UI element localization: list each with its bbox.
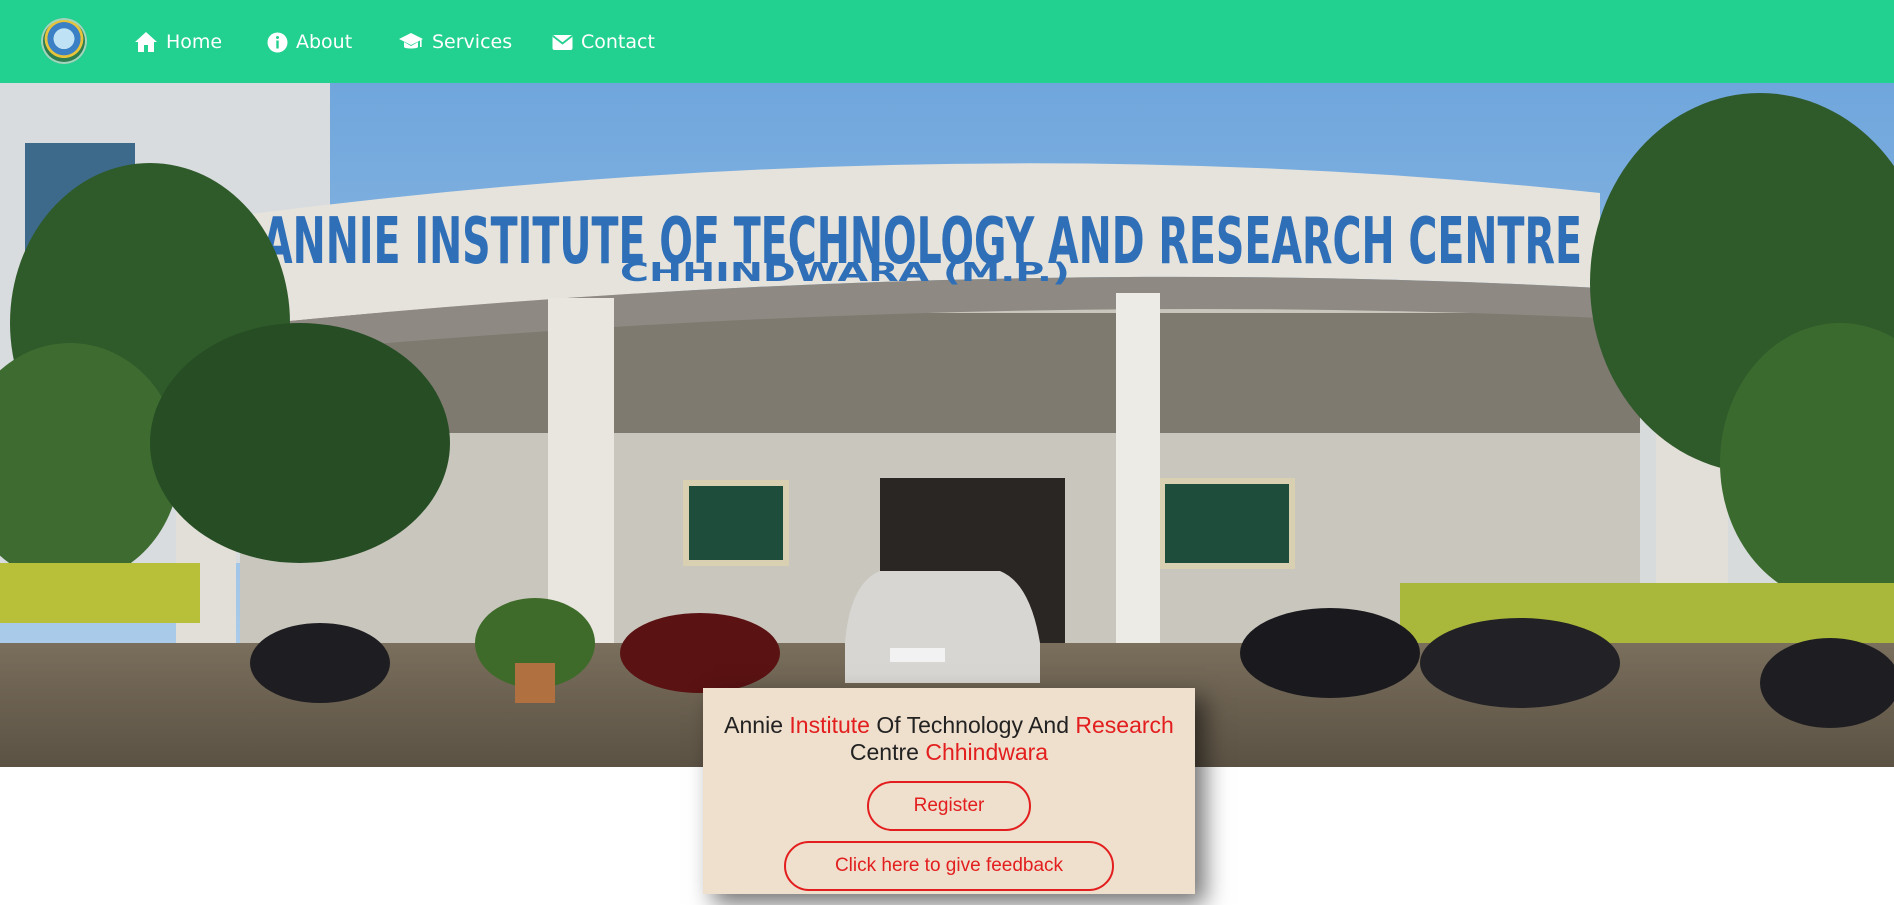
navbar: Home About Services Contact	[0, 0, 1894, 83]
nav-services[interactable]: Services	[398, 26, 512, 58]
nav-home-label: Home	[166, 31, 223, 53]
nav-about-label: About	[296, 31, 353, 53]
nav-contact[interactable]: Contact	[552, 26, 655, 58]
title-part-chhindwara: Chhindwara	[925, 739, 1049, 765]
title-part-of-technology-and: Of Technology And	[869, 712, 1076, 738]
nav-about[interactable]: About	[267, 26, 352, 58]
nav-home[interactable]: Home	[134, 26, 222, 58]
info-icon	[267, 32, 288, 52]
nav-contact-label: Contact	[581, 31, 655, 53]
welcome-card: Annie Institute Of Technology And Resear…	[703, 688, 1195, 894]
give-feedback-button[interactable]: Click here to give feedback	[784, 841, 1114, 891]
home-icon	[135, 32, 157, 52]
title-part-research: Research	[1075, 712, 1174, 738]
nav-services-label: Services	[432, 31, 513, 53]
graduation-cap-icon	[399, 33, 423, 49]
register-button[interactable]: Register	[867, 781, 1031, 831]
title-part-annie: Annie	[724, 712, 790, 738]
hero-image: ANNIE INSTITUTE OF TECHNOLOGY AND RESEAR…	[0, 83, 1894, 767]
title-part-centre: Centre	[849, 739, 926, 765]
institute-logo-icon[interactable]	[41, 18, 87, 64]
sign-sub-text: CHHINDWARA (M.P.)	[620, 258, 1070, 288]
institute-title: Annie Institute Of Technology And Resear…	[723, 712, 1175, 766]
title-part-institute: Institute	[789, 712, 870, 738]
envelope-icon	[552, 34, 573, 50]
